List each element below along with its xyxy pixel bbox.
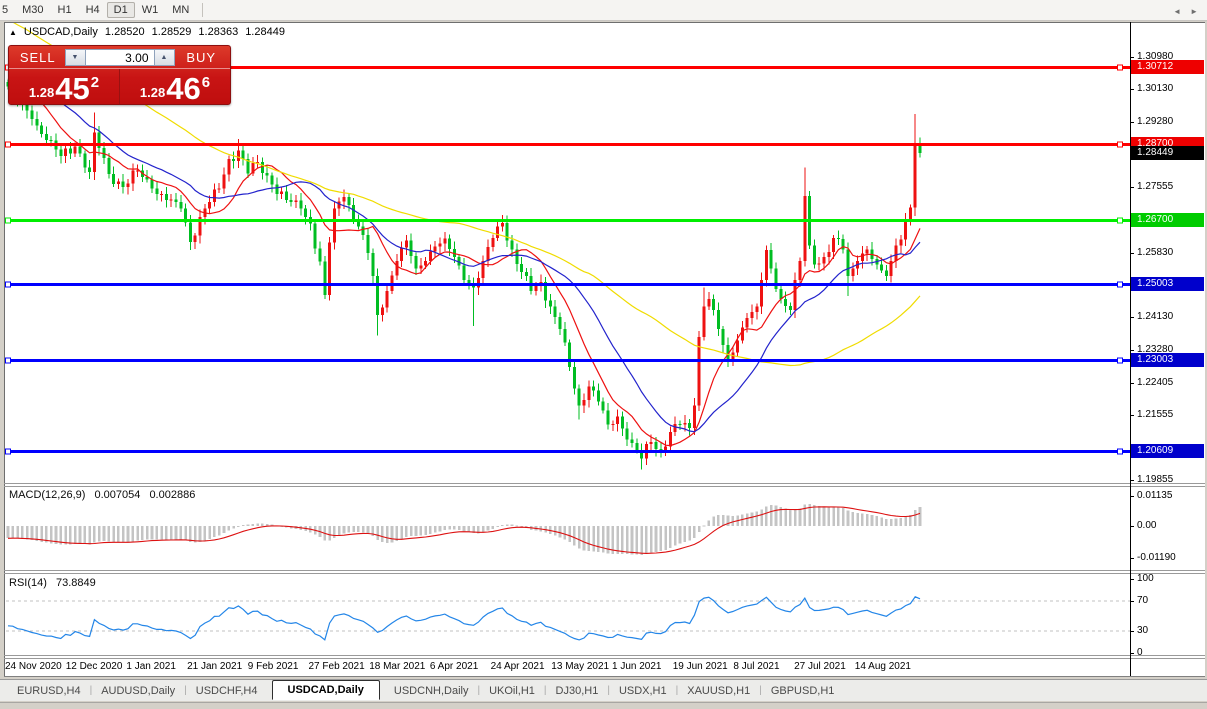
price-axis-label: 1.25830 xyxy=(1137,246,1174,258)
macd-signal-value: 0.002886 xyxy=(149,489,196,501)
trade-buttons-row: SELL ▼ 3.00 ▲ BUY xyxy=(9,46,230,68)
date-axis-label: 12 Dec 2020 xyxy=(65,661,123,672)
chart-header: ▲ USDCAD,Daily 1.28520 1.28529 1.28363 1… xyxy=(9,26,285,38)
volume-increase-button[interactable]: ▲ xyxy=(153,48,175,66)
macd-scale-label: -0.01190 xyxy=(1137,551,1176,563)
rsi-scale-label: 0 xyxy=(1137,647,1143,658)
date-axis-label: 21 Jan 2021 xyxy=(187,661,243,672)
rsi-value: 73.8849 xyxy=(55,577,96,589)
volume-decrease-button[interactable]: ▼ xyxy=(64,48,86,66)
timeframe-button-w1[interactable]: W1 xyxy=(135,2,166,18)
chevron-up-icon: ▲ xyxy=(160,53,168,61)
ask-price[interactable]: 1.28 46 6 xyxy=(119,69,230,104)
toolbar-divider xyxy=(202,3,204,17)
chart-tab-usdx[interactable]: USDX,H1 xyxy=(610,682,676,700)
rsi-title: RSI(14) xyxy=(9,577,47,589)
ask-price-prefix: 1.28 xyxy=(139,85,166,100)
price-axis-label: 1.29280 xyxy=(1137,115,1174,127)
price-axis-label: 1.27555 xyxy=(1137,181,1174,193)
one-click-trading-panel: SELL ▼ 3.00 ▲ BUY 1.28 45 2 1.28 46 6 xyxy=(8,45,231,105)
status-strip xyxy=(0,702,1207,709)
chart-tab-usdcnh[interactable]: USDCNH,Daily xyxy=(385,682,478,700)
ask-price-pipette: 6 xyxy=(201,74,211,91)
bar-close-value: 1.28449 xyxy=(245,26,285,38)
tab-scroll-buttons: ◄ ► xyxy=(1173,7,1198,16)
chevron-down-icon: ▼ xyxy=(71,53,79,61)
chart-tab-xauusd[interactable]: XAUUSD,H1 xyxy=(678,682,759,700)
metatrader-window: 5 M30 H1 H4 D1 W1 MN ▲ USDCAD,Daily 1.28520 1.… xyxy=(0,0,1207,709)
date-axis-label: 19 Jun 2021 xyxy=(672,661,728,672)
price-chart[interactable] xyxy=(0,0,1207,709)
bid-price-prefix: 1.28 xyxy=(28,85,55,100)
date-axis-label: 1 Jan 2021 xyxy=(126,661,176,672)
price-level-tag: 1.28449 xyxy=(1131,146,1204,161)
scroll-tabs-left-icon[interactable]: ◄ xyxy=(1173,7,1181,16)
bar-open-value: 1.28520 xyxy=(104,26,145,38)
chart-tab-ukoil[interactable]: UKOil,H1 xyxy=(480,682,544,700)
chart-tabbar: EURUSD,H4 | AUDUSD,Daily | USDCHF,H4 USDCAD,D… xyxy=(0,679,1207,701)
buy-button[interactable]: BUY xyxy=(175,50,229,65)
chart-tab-usdcad[interactable]: USDCAD,Daily xyxy=(271,679,380,700)
rsi-scale-label: 30 xyxy=(1137,624,1149,636)
date-axis-label: 24 Nov 2020 xyxy=(5,661,62,672)
date-axis-label: 18 Mar 2021 xyxy=(369,661,426,672)
price-axis-label: 1.19855 xyxy=(1137,473,1174,485)
date-axis-label: 24 Apr 2021 xyxy=(490,661,545,672)
bid-price-pipette: 2 xyxy=(90,74,100,91)
timeframe-button-5[interactable]: 5 xyxy=(0,2,15,18)
collapse-panel-icon[interactable]: ▲ xyxy=(9,28,17,37)
rsi-scale-label: 100 xyxy=(1137,573,1154,584)
rsi-label: RSI(14) 73.8849 xyxy=(9,577,102,589)
chart-tab-audusd[interactable]: AUDUSD,Daily xyxy=(92,682,184,700)
scroll-tabs-right-icon[interactable]: ► xyxy=(1190,7,1198,16)
date-axis-label: 6 Apr 2021 xyxy=(429,661,479,672)
bid-price-big: 45 xyxy=(55,70,90,106)
timeframe-button-mn[interactable]: MN xyxy=(165,2,196,18)
timeframe-button-m30[interactable]: M30 xyxy=(15,2,50,18)
date-axis-label: 13 May 2021 xyxy=(551,661,610,672)
price-level-tag: 1.30712 xyxy=(1131,60,1204,75)
price-level-tag: 1.26700 xyxy=(1131,212,1204,227)
macd-label: MACD(12,26,9) 0.007054 0.002886 xyxy=(9,489,201,501)
bid-price[interactable]: 1.28 45 2 xyxy=(9,69,119,104)
quote-prices-row: 1.28 45 2 1.28 46 6 xyxy=(9,68,230,104)
sell-button[interactable]: SELL xyxy=(11,50,65,65)
timeframe-button-h1[interactable]: H1 xyxy=(51,2,79,18)
macd-main-value: 0.007054 xyxy=(94,489,141,501)
price-level-tag: 1.25003 xyxy=(1131,277,1204,292)
chart-background xyxy=(4,22,1205,676)
volume-control: ▼ 3.00 ▲ xyxy=(64,48,175,66)
timeframe-toolbar: 5 M30 H1 H4 D1 W1 MN xyxy=(0,0,1207,21)
date-axis-label: 27 Jul 2021 xyxy=(794,661,846,672)
price-axis-label: 1.30130 xyxy=(1137,83,1174,95)
price-axis-label: 1.24130 xyxy=(1137,311,1174,323)
macd-title: MACD(12,26,9) xyxy=(9,489,86,501)
date-axis-label: 27 Feb 2021 xyxy=(308,661,365,672)
rsi-scale-label: 70 xyxy=(1137,595,1149,607)
chart-tab-usdchf[interactable]: USDCHF,H4 xyxy=(187,682,267,700)
date-axis-label: 8 Jul 2021 xyxy=(733,661,780,672)
date-axis-label: 14 Aug 2021 xyxy=(854,661,911,672)
macd-scale-label: 0.01135 xyxy=(1137,489,1173,501)
macd-scale-label: 0.00 xyxy=(1137,520,1157,531)
timeframe-button-d1[interactable]: D1 xyxy=(106,2,135,18)
chart-tab-dj30[interactable]: DJ30,H1 xyxy=(547,682,608,700)
bar-high-value: 1.28529 xyxy=(151,26,192,38)
bar-low-value: 1.28363 xyxy=(198,26,239,38)
price-level-tag: 1.23003 xyxy=(1131,353,1204,368)
chart-symbol-label: USDCAD,Daily xyxy=(23,26,98,38)
date-axis-label: 1 Jun 2021 xyxy=(612,661,662,672)
chart-tab-gbpusd[interactable]: GBPUSD,H1 xyxy=(762,682,844,700)
price-level-tag: 1.20609 xyxy=(1131,444,1204,459)
price-axis-label: 1.22405 xyxy=(1137,377,1174,389)
price-axis-label: 1.21555 xyxy=(1137,409,1174,421)
volume-input[interactable]: 3.00 xyxy=(85,48,154,66)
timeframe-button-h4[interactable]: H4 xyxy=(79,2,107,18)
chart-tab-eurusd[interactable]: EURUSD,H4 xyxy=(8,682,90,700)
ask-price-big: 46 xyxy=(166,70,201,106)
date-axis-label: 9 Feb 2021 xyxy=(247,661,299,672)
